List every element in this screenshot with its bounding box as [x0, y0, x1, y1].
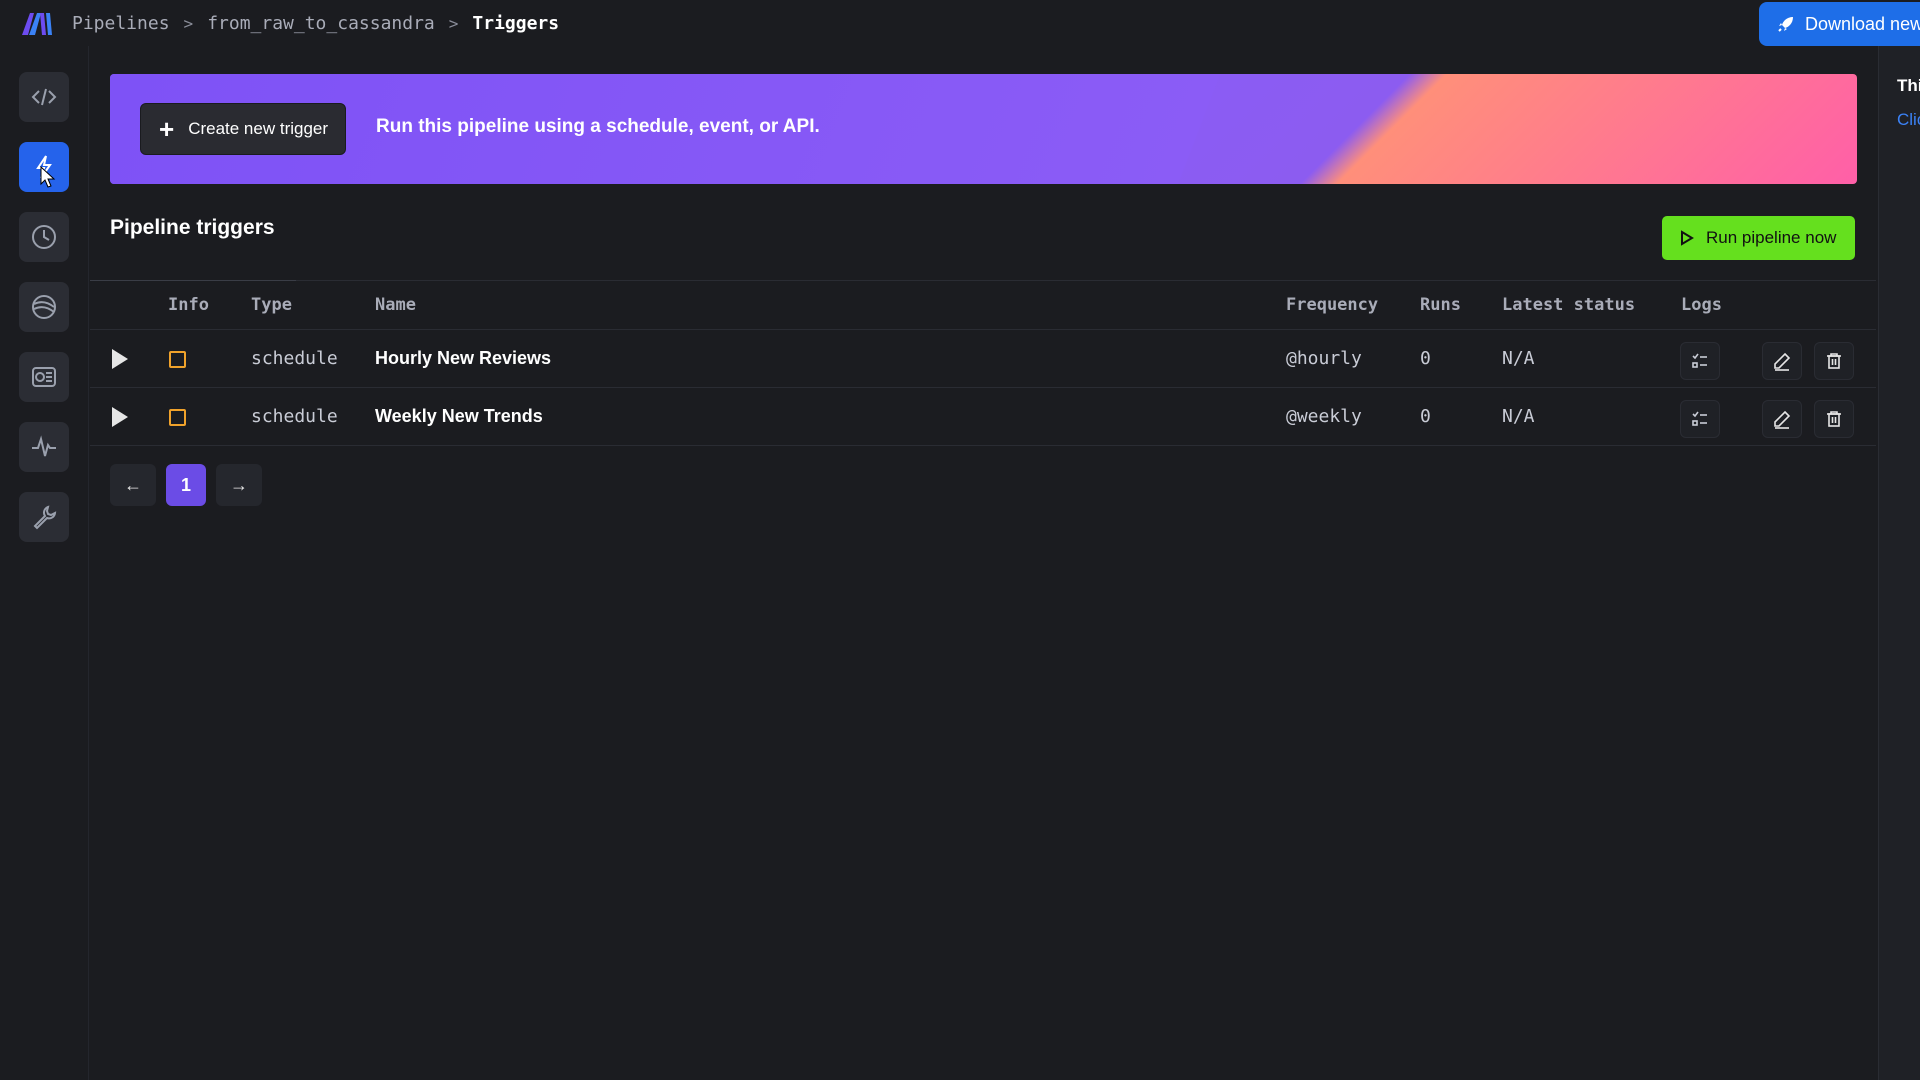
- download-new-label: Download new: [1805, 13, 1920, 34]
- mage-logo-icon[interactable]: [20, 11, 54, 37]
- edit-trigger-button[interactable]: [1762, 342, 1802, 380]
- right-panel-link[interactable]: Clic: [1897, 110, 1920, 130]
- trigger-name[interactable]: Weekly New Trends: [375, 406, 543, 427]
- monitor-icon: [32, 367, 56, 387]
- trigger-type: schedule: [251, 406, 338, 427]
- breadcrumb-separator: >: [183, 13, 194, 33]
- trash-icon: [1827, 353, 1841, 369]
- triggers-table: Info Type Name Frequency Runs Latest sta…: [90, 280, 1876, 446]
- left-sidebar: [0, 46, 89, 1080]
- download-new-button[interactable]: Download new: [1759, 2, 1920, 46]
- header-frequency: Frequency: [1286, 295, 1379, 315]
- run-pipeline-now-label: Run pipeline now: [1706, 228, 1837, 247]
- breadcrumb-separator: >: [448, 13, 459, 33]
- trigger-banner: + Create new trigger Run this pipeline u…: [110, 74, 1857, 184]
- right-panel-text: Thi: [1897, 76, 1920, 95]
- sidebar-item-code[interactable]: [19, 72, 69, 122]
- table-row[interactable]: schedule Weekly New Trends @weekly 0 N/A: [90, 388, 1876, 446]
- sidebar-item-backfills[interactable]: [19, 282, 69, 332]
- sidebar-item-runs[interactable]: [19, 212, 69, 262]
- header-latest-status: Latest status: [1502, 295, 1636, 315]
- sidebar-item-logs[interactable]: [19, 352, 69, 402]
- next-page-button[interactable]: →: [216, 464, 262, 506]
- breadcrumb-pipeline-name[interactable]: from_raw_to_cassandra: [207, 13, 435, 34]
- clock-icon: [32, 225, 56, 249]
- mouse-cursor-icon: [40, 166, 56, 188]
- header-runs: Runs: [1420, 295, 1461, 315]
- trigger-runs: 0: [1420, 348, 1431, 369]
- sidebar-item-settings[interactable]: [19, 492, 69, 542]
- header-info: Info: [168, 295, 209, 315]
- logs-button[interactable]: [1680, 342, 1720, 380]
- prev-page-button[interactable]: ←: [110, 464, 156, 506]
- edit-trigger-button[interactable]: [1762, 400, 1802, 438]
- pencil-icon: [1774, 410, 1791, 429]
- banner-gradient: [110, 74, 1857, 184]
- play-outline-icon: [1681, 230, 1694, 246]
- pencil-icon: [1774, 352, 1791, 371]
- play-icon[interactable]: [112, 349, 128, 369]
- list-icon: [1692, 353, 1707, 368]
- trigger-name[interactable]: Hourly New Reviews: [375, 348, 551, 369]
- run-pipeline-now-button[interactable]: Run pipeline now: [1662, 216, 1855, 260]
- plus-icon: +: [159, 114, 175, 144]
- wrench-icon: [33, 505, 57, 530]
- trigger-frequency: @hourly: [1286, 348, 1362, 369]
- rocket-icon: [1778, 17, 1793, 32]
- delete-trigger-button[interactable]: [1814, 400, 1854, 438]
- trigger-latest-status: N/A: [1502, 406, 1535, 427]
- right-side-panel: Thi Clic: [1878, 46, 1920, 1080]
- activity-icon: [32, 435, 56, 457]
- info-status-icon: [169, 351, 186, 368]
- trigger-type: schedule: [251, 348, 338, 369]
- trigger-latest-status: N/A: [1502, 348, 1535, 369]
- logs-button[interactable]: [1680, 400, 1720, 438]
- trash-icon: [1827, 411, 1841, 427]
- breadcrumb: Pipelines > from_raw_to_cassandra > Trig…: [72, 0, 559, 46]
- list-icon: [1692, 411, 1707, 426]
- banner-description: Run this pipeline using a schedule, even…: [376, 116, 820, 137]
- header-logs: Logs: [1681, 295, 1722, 315]
- header-name: Name: [375, 295, 416, 315]
- breadcrumb-current: Triggers: [472, 12, 560, 34]
- play-icon[interactable]: [112, 407, 128, 427]
- trigger-runs: 0: [1420, 406, 1431, 427]
- header-divider: [90, 280, 296, 281]
- top-bar: Pipelines > from_raw_to_cassandra > Trig…: [0, 0, 1920, 46]
- create-new-trigger-button[interactable]: + Create new trigger: [140, 103, 346, 155]
- page-1-button[interactable]: 1: [166, 464, 206, 506]
- code-icon: [31, 88, 57, 106]
- sidebar-item-monitor[interactable]: [19, 422, 69, 472]
- globe-icon: [32, 295, 56, 319]
- breadcrumb-pipelines[interactable]: Pipelines: [72, 13, 170, 34]
- info-status-icon: [169, 409, 186, 426]
- page-title: Pipeline triggers: [110, 216, 275, 239]
- delete-trigger-button[interactable]: [1814, 342, 1854, 380]
- header-type: Type: [251, 295, 292, 315]
- table-header: Info Type Name Frequency Runs Latest sta…: [90, 280, 1876, 330]
- table-row[interactable]: schedule Hourly New Reviews @hourly 0 N/…: [90, 330, 1876, 388]
- trigger-frequency: @weekly: [1286, 406, 1362, 427]
- create-new-trigger-label: Create new trigger: [188, 119, 329, 138]
